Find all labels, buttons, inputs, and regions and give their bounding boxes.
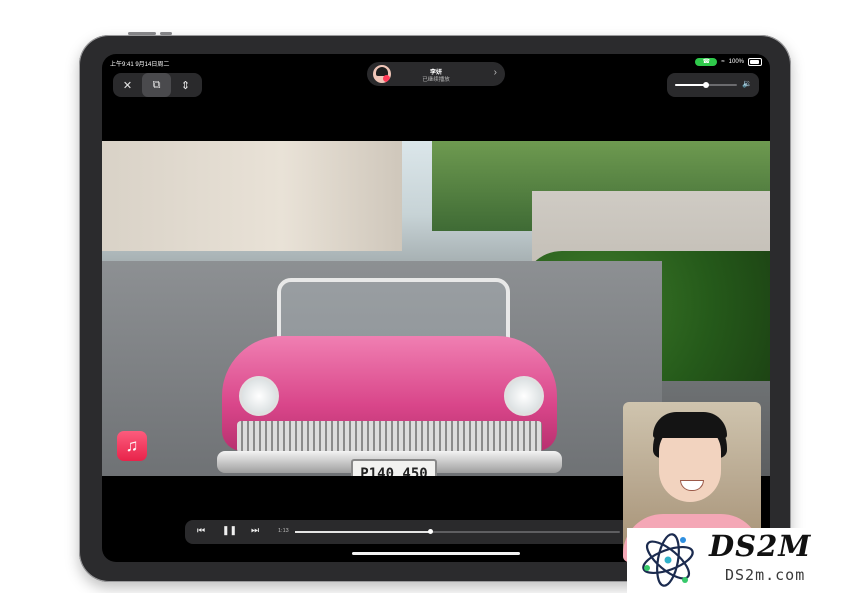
playback-controls: ⏮ ❚❚ ⏭ 1:13	[185, 520, 630, 544]
next-track-icon[interactable]: ⏭	[251, 525, 259, 536]
watermark-title: DS2M	[709, 529, 812, 563]
car-headlight-left	[239, 376, 279, 416]
pause-icon[interactable]: ❚❚	[222, 525, 237, 536]
volume-fill	[675, 84, 706, 86]
volume-control: 🔉	[667, 73, 759, 97]
playback-scrubber[interactable]	[295, 529, 620, 534]
battery-percent: 100%	[728, 59, 744, 65]
license-plate: P140 450	[351, 459, 437, 476]
caller-status: 已继续播放	[422, 77, 450, 83]
pip-window-controls: ✕ ⧉ ⇕	[113, 73, 202, 97]
shareplay-caller-banner[interactable]: 李妍 已继续播放 ›	[367, 62, 505, 86]
scrubber-fill	[295, 531, 430, 533]
status-right: ☎ ≈ 100%	[695, 58, 762, 66]
car-grille	[237, 421, 542, 453]
speaker-icon: 🔉	[742, 79, 752, 88]
picture-in-picture-icon[interactable]: ⧉	[142, 73, 171, 97]
chevron-right-icon[interactable]: ›	[494, 67, 497, 78]
status-time-date: 上午9:41 9月14日周二	[110, 62, 170, 68]
atom-logo-icon	[642, 533, 694, 587]
volume-knob[interactable]	[703, 82, 709, 88]
facetime-status-pill[interactable]: ☎	[695, 58, 718, 66]
wifi-icon: ≈	[721, 59, 725, 65]
pink-convertible-car: P140 450	[217, 266, 562, 476]
home-indicator[interactable]	[352, 552, 520, 555]
video-scene-building	[102, 141, 402, 251]
apple-music-icon[interactable]: ♫	[117, 431, 147, 461]
volume-slider[interactable]	[675, 82, 737, 88]
battery-icon	[748, 58, 762, 66]
elapsed-time: 1:13	[278, 528, 289, 534]
watermark-url: DS2m.com	[725, 566, 806, 584]
watermark: DS2M DS2m.com	[627, 528, 865, 593]
scrubber-knob[interactable]	[427, 529, 433, 534]
previous-track-icon[interactable]: ⏮	[197, 525, 205, 536]
close-icon[interactable]: ✕	[113, 73, 142, 97]
car-headlight-right	[504, 376, 544, 416]
resize-icon[interactable]: ⇕	[171, 73, 200, 97]
caller-bangs	[653, 412, 727, 438]
